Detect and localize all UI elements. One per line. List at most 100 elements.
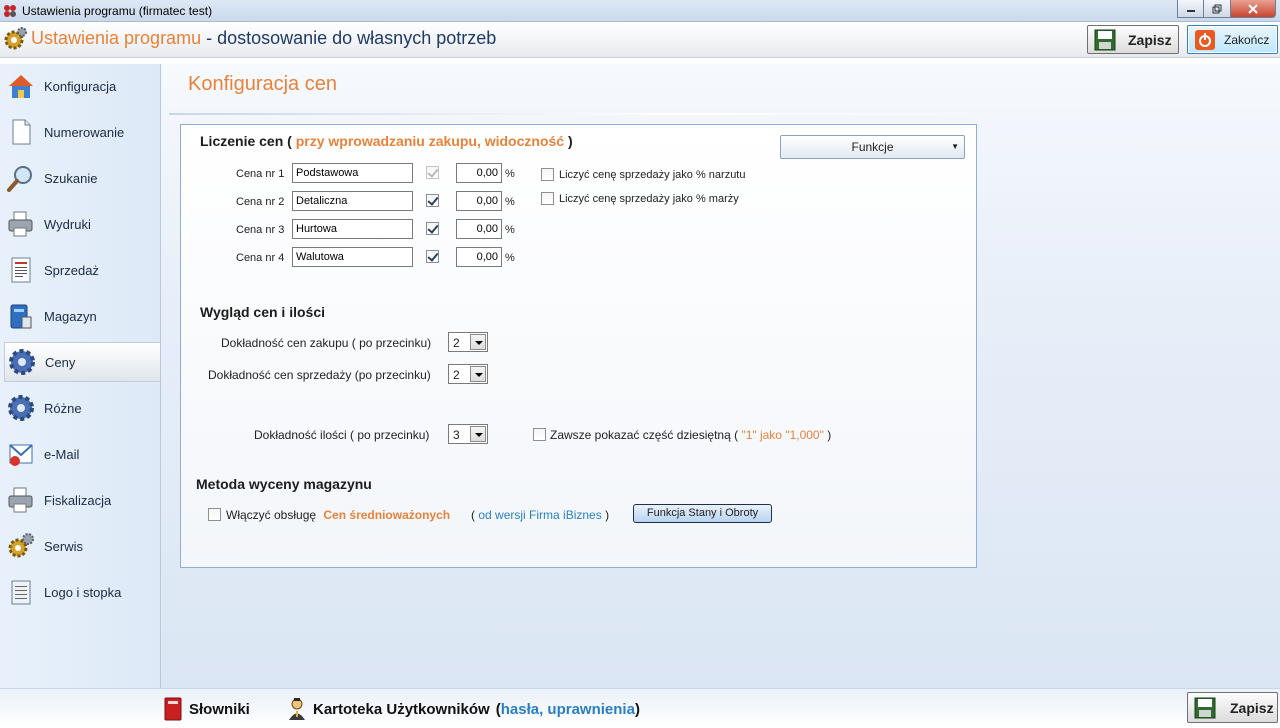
sidebar: Konfiguracja Numerowanie Szukanie Wydruk… bbox=[0, 64, 161, 688]
price-name-input-1[interactable] bbox=[292, 163, 413, 183]
sidebar-item-label: Szukanie bbox=[44, 170, 98, 186]
exit-button[interactable]: Zakończ bbox=[1187, 25, 1278, 54]
price-percent-input-4[interactable] bbox=[456, 247, 502, 267]
minimize-button[interactable] bbox=[1177, 0, 1204, 18]
sidebar-item-numerowanie[interactable]: Numerowanie bbox=[4, 112, 160, 152]
stock-turnover-button[interactable]: Funkcja Stany i Obroty bbox=[633, 504, 772, 523]
price-name-input-4[interactable] bbox=[292, 247, 413, 267]
save-button-top-label: Zapisz bbox=[1128, 31, 1172, 48]
chevron-down-icon bbox=[470, 334, 486, 350]
chevron-down-icon bbox=[470, 366, 486, 382]
show-decimal-close: ) bbox=[827, 428, 832, 442]
show-decimal-text: Zawsze pokazać część dziesiętną ( bbox=[550, 428, 739, 442]
gears-icon bbox=[4, 529, 38, 563]
price-row-label: Cena nr 4 bbox=[236, 252, 285, 264]
save-button-bottom[interactable]: Zapisz bbox=[1187, 692, 1278, 723]
users-link[interactable]: Kartoteka Użytkowników (hasła, uprawnien… bbox=[287, 697, 640, 721]
book-icon bbox=[164, 697, 182, 721]
price-name-input-2[interactable] bbox=[292, 191, 413, 211]
maximize-button[interactable] bbox=[1204, 0, 1231, 18]
price-row-label: Cena nr 2 bbox=[236, 196, 285, 208]
header: Ustawienia programu - dostosowanie do wł… bbox=[0, 22, 1280, 58]
page-title: Ustawienia programu - dostosowanie do wł… bbox=[31, 28, 496, 49]
sidebar-item-label: Fiskalizacja bbox=[44, 492, 112, 508]
mail-icon bbox=[4, 437, 38, 471]
close-window-button[interactable] bbox=[1231, 0, 1276, 18]
price-percent-input-1[interactable] bbox=[456, 163, 502, 183]
settings-panel: Liczenie cen ( przy wprowadzaniu zakupu,… bbox=[180, 124, 977, 568]
close-icon bbox=[1248, 3, 1258, 14]
power-icon bbox=[1195, 29, 1215, 50]
weighted-avg-checkbox[interactable] bbox=[208, 508, 221, 521]
sidebar-item-sprzedaz[interactable]: Sprzedaż bbox=[4, 250, 160, 290]
price-name-input-3[interactable] bbox=[292, 219, 413, 239]
weighted-avg-text: Włączyć obsługę bbox=[226, 508, 317, 522]
page-title-subtitle: dostosowanie do własnych potrzeb bbox=[217, 28, 497, 48]
sidebar-item-email[interactable]: e-Mail bbox=[4, 434, 160, 474]
floppy-icon bbox=[1194, 697, 1216, 718]
sidebar-item-label: e-Mail bbox=[44, 446, 80, 462]
appearance-heading: Wygląd cen i ilości bbox=[200, 304, 326, 320]
price-visible-checkbox-1[interactable] bbox=[426, 166, 439, 179]
sidebar-item-label: Serwis bbox=[44, 538, 84, 554]
show-decimal-label: Zawsze pokazać część dziesiętną ( "1" ja… bbox=[550, 428, 831, 442]
printer-icon bbox=[4, 207, 38, 241]
functions-dropdown-button[interactable]: Funkcje ▼ bbox=[780, 135, 965, 159]
quantity-precision-value: 3 bbox=[453, 428, 460, 442]
quantity-precision-select[interactable]: 3 bbox=[448, 424, 488, 444]
version-note-close: ) bbox=[605, 508, 610, 522]
sidebar-item-magazyn[interactable]: Magazyn bbox=[4, 296, 160, 336]
show-decimal-checkbox[interactable] bbox=[533, 428, 546, 441]
price-row-label: Cena nr 3 bbox=[236, 224, 285, 236]
sidebar-item-szukanie[interactable]: Szukanie bbox=[4, 158, 160, 198]
exit-button-label: Zakończ bbox=[1224, 32, 1270, 47]
pricing-heading: Liczenie cen ( przy wprowadzaniu zakupu,… bbox=[200, 133, 573, 149]
sidebar-item-wydruki[interactable]: Wydruki bbox=[4, 204, 160, 244]
sidebar-item-serwis[interactable]: Serwis bbox=[4, 526, 160, 566]
sidebar-item-label: Magazyn bbox=[44, 308, 97, 324]
price-percent-input-2[interactable] bbox=[456, 191, 502, 211]
sidebar-item-label: Sprzedaż bbox=[44, 262, 99, 278]
notepad-icon bbox=[4, 575, 38, 609]
price-row-label: Cena nr 1 bbox=[236, 168, 285, 180]
section-title: Konfiguracja cen bbox=[188, 73, 337, 95]
sidebar-item-label: Konfiguracja bbox=[44, 78, 117, 94]
sale-precision-select[interactable]: 2 bbox=[448, 364, 488, 384]
sidebar-item-konfiguracja[interactable]: Konfiguracja bbox=[4, 66, 160, 106]
users-paren-close: ) bbox=[634, 700, 640, 718]
users-paren-group: (hasła, uprawnienia) bbox=[496, 701, 640, 718]
floppy-icon bbox=[1094, 29, 1116, 50]
purchase-precision-value: 2 bbox=[453, 336, 460, 350]
price-visible-checkbox-3[interactable] bbox=[426, 222, 439, 235]
sidebar-item-rozne[interactable]: Różne bbox=[4, 388, 160, 428]
purchase-precision-select[interactable]: 2 bbox=[448, 332, 488, 352]
dropdown-arrow-icon: ▼ bbox=[951, 142, 959, 151]
sidebar-item-fiskalizacja[interactable]: Fiskalizacja bbox=[4, 480, 160, 520]
sale-precision-value: 2 bbox=[453, 368, 460, 382]
window-controls bbox=[1177, 0, 1276, 18]
price-visible-checkbox-2[interactable] bbox=[426, 194, 439, 207]
save-button-top[interactable]: Zapisz bbox=[1087, 25, 1179, 54]
quantity-precision-label: Dokładność ilości ( po przecinku) bbox=[254, 428, 430, 442]
sidebar-item-logo-stopka[interactable]: Logo i stopka bbox=[4, 572, 160, 612]
save-button-bottom-label: Zapisz bbox=[1230, 699, 1274, 716]
markup-checkbox[interactable] bbox=[541, 168, 554, 181]
purchase-precision-label: Dokładność cen zakupu ( po przecinku) bbox=[221, 336, 432, 350]
percent-sign: % bbox=[505, 196, 515, 208]
dictionaries-link[interactable]: Słowniki bbox=[163, 697, 250, 721]
percent-sign: % bbox=[505, 168, 515, 180]
percent-sign: % bbox=[505, 252, 515, 264]
weighted-avg-accent: Cen średnioważonych bbox=[323, 508, 451, 522]
functions-button-label: Funkcje bbox=[851, 140, 894, 154]
price-visible-checkbox-4[interactable] bbox=[426, 250, 439, 263]
dictionaries-label: Słowniki bbox=[189, 700, 250, 718]
invoice-icon bbox=[4, 253, 38, 287]
warehouse-icon bbox=[4, 299, 38, 333]
magnifier-icon bbox=[4, 161, 38, 195]
sidebar-item-ceny[interactable]: Ceny bbox=[4, 342, 160, 382]
margin-label: Liczyć cenę sprzedaży jako % marży bbox=[559, 193, 739, 205]
restore-icon bbox=[1212, 4, 1222, 13]
margin-checkbox[interactable] bbox=[541, 192, 554, 205]
price-percent-input-3[interactable] bbox=[456, 219, 502, 239]
sale-precision-label: Dokładność cen sprzedaży (po przecinku) bbox=[208, 368, 431, 382]
